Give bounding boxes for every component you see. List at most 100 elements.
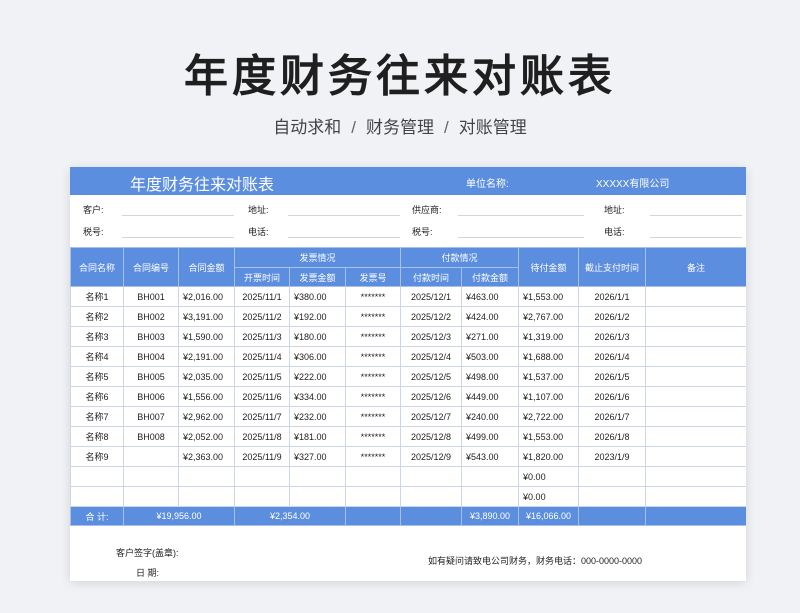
cell-contract-no[interactable]: BH008 bbox=[123, 426, 179, 447]
cell-invoice-amount[interactable] bbox=[289, 466, 346, 487]
cell-pay-date[interactable]: 2025/12/7 bbox=[400, 406, 463, 427]
cell-due-amount[interactable]: ¥1,688.00 bbox=[518, 346, 580, 367]
cell-remark[interactable] bbox=[645, 426, 746, 447]
cell-contract-no[interactable]: BH003 bbox=[123, 326, 179, 347]
cell-invoice-no[interactable]: ******* bbox=[344, 406, 402, 427]
cell-contract-name[interactable]: 名称3 bbox=[70, 326, 124, 347]
cell-deadline[interactable]: 2026/1/8 bbox=[578, 426, 647, 447]
cell-invoice-amount[interactable]: ¥222.00 bbox=[289, 366, 346, 387]
cell-pay-amount[interactable] bbox=[461, 466, 520, 487]
cell-invoice-date[interactable]: 2025/11/9 bbox=[234, 446, 290, 467]
cell-remark[interactable] bbox=[645, 326, 746, 347]
cell-contract-no[interactable] bbox=[123, 466, 179, 487]
cell-invoice-amount[interactable]: ¥327.00 bbox=[289, 446, 346, 467]
cell-contract-name[interactable]: 名称7 bbox=[70, 406, 124, 427]
cell-pay-amount[interactable]: ¥543.00 bbox=[461, 446, 520, 467]
cell-pay-amount[interactable]: ¥424.00 bbox=[461, 306, 520, 327]
cell-due-amount[interactable]: ¥1,107.00 bbox=[518, 386, 580, 407]
cell-invoice-amount[interactable]: ¥380.00 bbox=[289, 286, 346, 307]
cell-pay-amount[interactable]: ¥271.00 bbox=[461, 326, 520, 347]
cell-contract-name[interactable] bbox=[70, 486, 124, 507]
cell-invoice-no[interactable]: ******* bbox=[344, 426, 402, 447]
cell-deadline[interactable] bbox=[578, 486, 647, 507]
cell-deadline[interactable] bbox=[578, 466, 647, 487]
cell-due-amount[interactable]: ¥1,820.00 bbox=[518, 446, 580, 467]
cell-deadline[interactable]: 2023/1/9 bbox=[578, 446, 647, 467]
cell-pay-date[interactable]: 2025/12/2 bbox=[400, 306, 463, 327]
cell-deadline[interactable]: 2026/1/6 bbox=[578, 386, 647, 407]
cell-remark[interactable] bbox=[645, 486, 746, 507]
cell-due-amount[interactable]: ¥1,319.00 bbox=[518, 326, 580, 347]
address-field[interactable] bbox=[288, 215, 400, 216]
cell-invoice-date[interactable]: 2025/11/3 bbox=[234, 326, 290, 347]
cell-pay-date[interactable]: 2025/12/9 bbox=[400, 446, 463, 467]
cell-invoice-no[interactable] bbox=[344, 466, 402, 487]
cell-pay-date[interactable]: 2025/12/3 bbox=[400, 326, 463, 347]
cell-deadline[interactable]: 2026/1/4 bbox=[578, 346, 647, 367]
cell-invoice-date[interactable]: 2025/11/1 bbox=[234, 286, 290, 307]
cell-contract-amount[interactable]: ¥2,035.00 bbox=[178, 366, 235, 387]
cell-invoice-amount[interactable] bbox=[289, 486, 346, 507]
cell-pay-amount[interactable]: ¥449.00 bbox=[461, 386, 520, 407]
cell-pay-date[interactable]: 2025/12/6 bbox=[400, 386, 463, 407]
cell-invoice-no[interactable]: ******* bbox=[344, 326, 402, 347]
cell-contract-amount[interactable] bbox=[178, 486, 235, 507]
cell-pay-date[interactable]: 2025/12/1 bbox=[400, 286, 463, 307]
cell-remark[interactable] bbox=[645, 346, 746, 367]
cell-contract-name[interactable]: 名称9 bbox=[70, 446, 124, 467]
cell-contract-name[interactable]: 名称6 bbox=[70, 386, 124, 407]
cell-due-amount[interactable]: ¥2,722.00 bbox=[518, 406, 580, 427]
cell-due-amount[interactable]: ¥1,537.00 bbox=[518, 366, 580, 387]
cell-remark[interactable] bbox=[645, 386, 746, 407]
cell-pay-amount[interactable]: ¥463.00 bbox=[461, 286, 520, 307]
cell-contract-no[interactable]: BH007 bbox=[123, 406, 179, 427]
cell-deadline[interactable]: 2026/1/5 bbox=[578, 366, 647, 387]
phone-field[interactable] bbox=[288, 237, 400, 238]
cell-pay-date[interactable] bbox=[400, 466, 463, 487]
cell-due-amount[interactable]: ¥2,767.00 bbox=[518, 306, 580, 327]
cell-contract-amount[interactable]: ¥2,962.00 bbox=[178, 406, 235, 427]
cell-invoice-date[interactable]: 2025/11/2 bbox=[234, 306, 290, 327]
cell-remark[interactable] bbox=[645, 406, 746, 427]
cell-remark[interactable] bbox=[645, 446, 746, 467]
cell-invoice-date[interactable] bbox=[234, 486, 290, 507]
cell-remark[interactable] bbox=[645, 466, 746, 487]
cell-invoice-amount[interactable]: ¥232.00 bbox=[289, 406, 346, 427]
cell-pay-amount[interactable]: ¥499.00 bbox=[461, 426, 520, 447]
customer-field[interactable] bbox=[122, 215, 234, 216]
cell-contract-no[interactable]: BH004 bbox=[123, 346, 179, 367]
cell-invoice-date[interactable]: 2025/11/5 bbox=[234, 366, 290, 387]
cell-due-amount[interactable]: ¥0.00 bbox=[518, 486, 580, 507]
cell-contract-name[interactable]: 名称1 bbox=[70, 286, 124, 307]
cell-pay-date[interactable]: 2025/12/5 bbox=[400, 366, 463, 387]
cell-pay-amount[interactable] bbox=[461, 486, 520, 507]
cell-due-amount[interactable]: ¥1,553.00 bbox=[518, 426, 580, 447]
cell-invoice-no[interactable]: ******* bbox=[344, 386, 402, 407]
cell-invoice-no[interactable]: ******* bbox=[344, 286, 402, 307]
cell-contract-amount[interactable]: ¥2,052.00 bbox=[178, 426, 235, 447]
cell-invoice-no[interactable]: ******* bbox=[344, 366, 402, 387]
cell-remark[interactable] bbox=[645, 286, 746, 307]
cell-invoice-amount[interactable]: ¥192.00 bbox=[289, 306, 346, 327]
cell-invoice-amount[interactable]: ¥306.00 bbox=[289, 346, 346, 367]
cell-contract-no[interactable]: BH006 bbox=[123, 386, 179, 407]
cell-invoice-date[interactable]: 2025/11/6 bbox=[234, 386, 290, 407]
cell-invoice-no[interactable]: ******* bbox=[344, 306, 402, 327]
supplier-tax-id-field[interactable] bbox=[458, 237, 584, 238]
cell-pay-date[interactable]: 2025/12/8 bbox=[400, 426, 463, 447]
cell-contract-no[interactable] bbox=[123, 446, 179, 467]
cell-remark[interactable] bbox=[645, 366, 746, 387]
cell-deadline[interactable]: 2026/1/7 bbox=[578, 406, 647, 427]
cell-contract-no[interactable]: BH002 bbox=[123, 306, 179, 327]
cell-pay-date[interactable]: 2025/12/4 bbox=[400, 346, 463, 367]
cell-pay-amount[interactable]: ¥503.00 bbox=[461, 346, 520, 367]
cell-contract-name[interactable]: 名称2 bbox=[70, 306, 124, 327]
supplier-address-field[interactable] bbox=[650, 215, 742, 216]
cell-deadline[interactable]: 2026/1/1 bbox=[578, 286, 647, 307]
cell-deadline[interactable]: 2026/1/3 bbox=[578, 326, 647, 347]
cell-invoice-date[interactable]: 2025/11/4 bbox=[234, 346, 290, 367]
cell-pay-date[interactable] bbox=[400, 486, 463, 507]
cell-contract-amount[interactable] bbox=[178, 466, 235, 487]
cell-contract-name[interactable]: 名称5 bbox=[70, 366, 124, 387]
cell-pay-amount[interactable]: ¥240.00 bbox=[461, 406, 520, 427]
